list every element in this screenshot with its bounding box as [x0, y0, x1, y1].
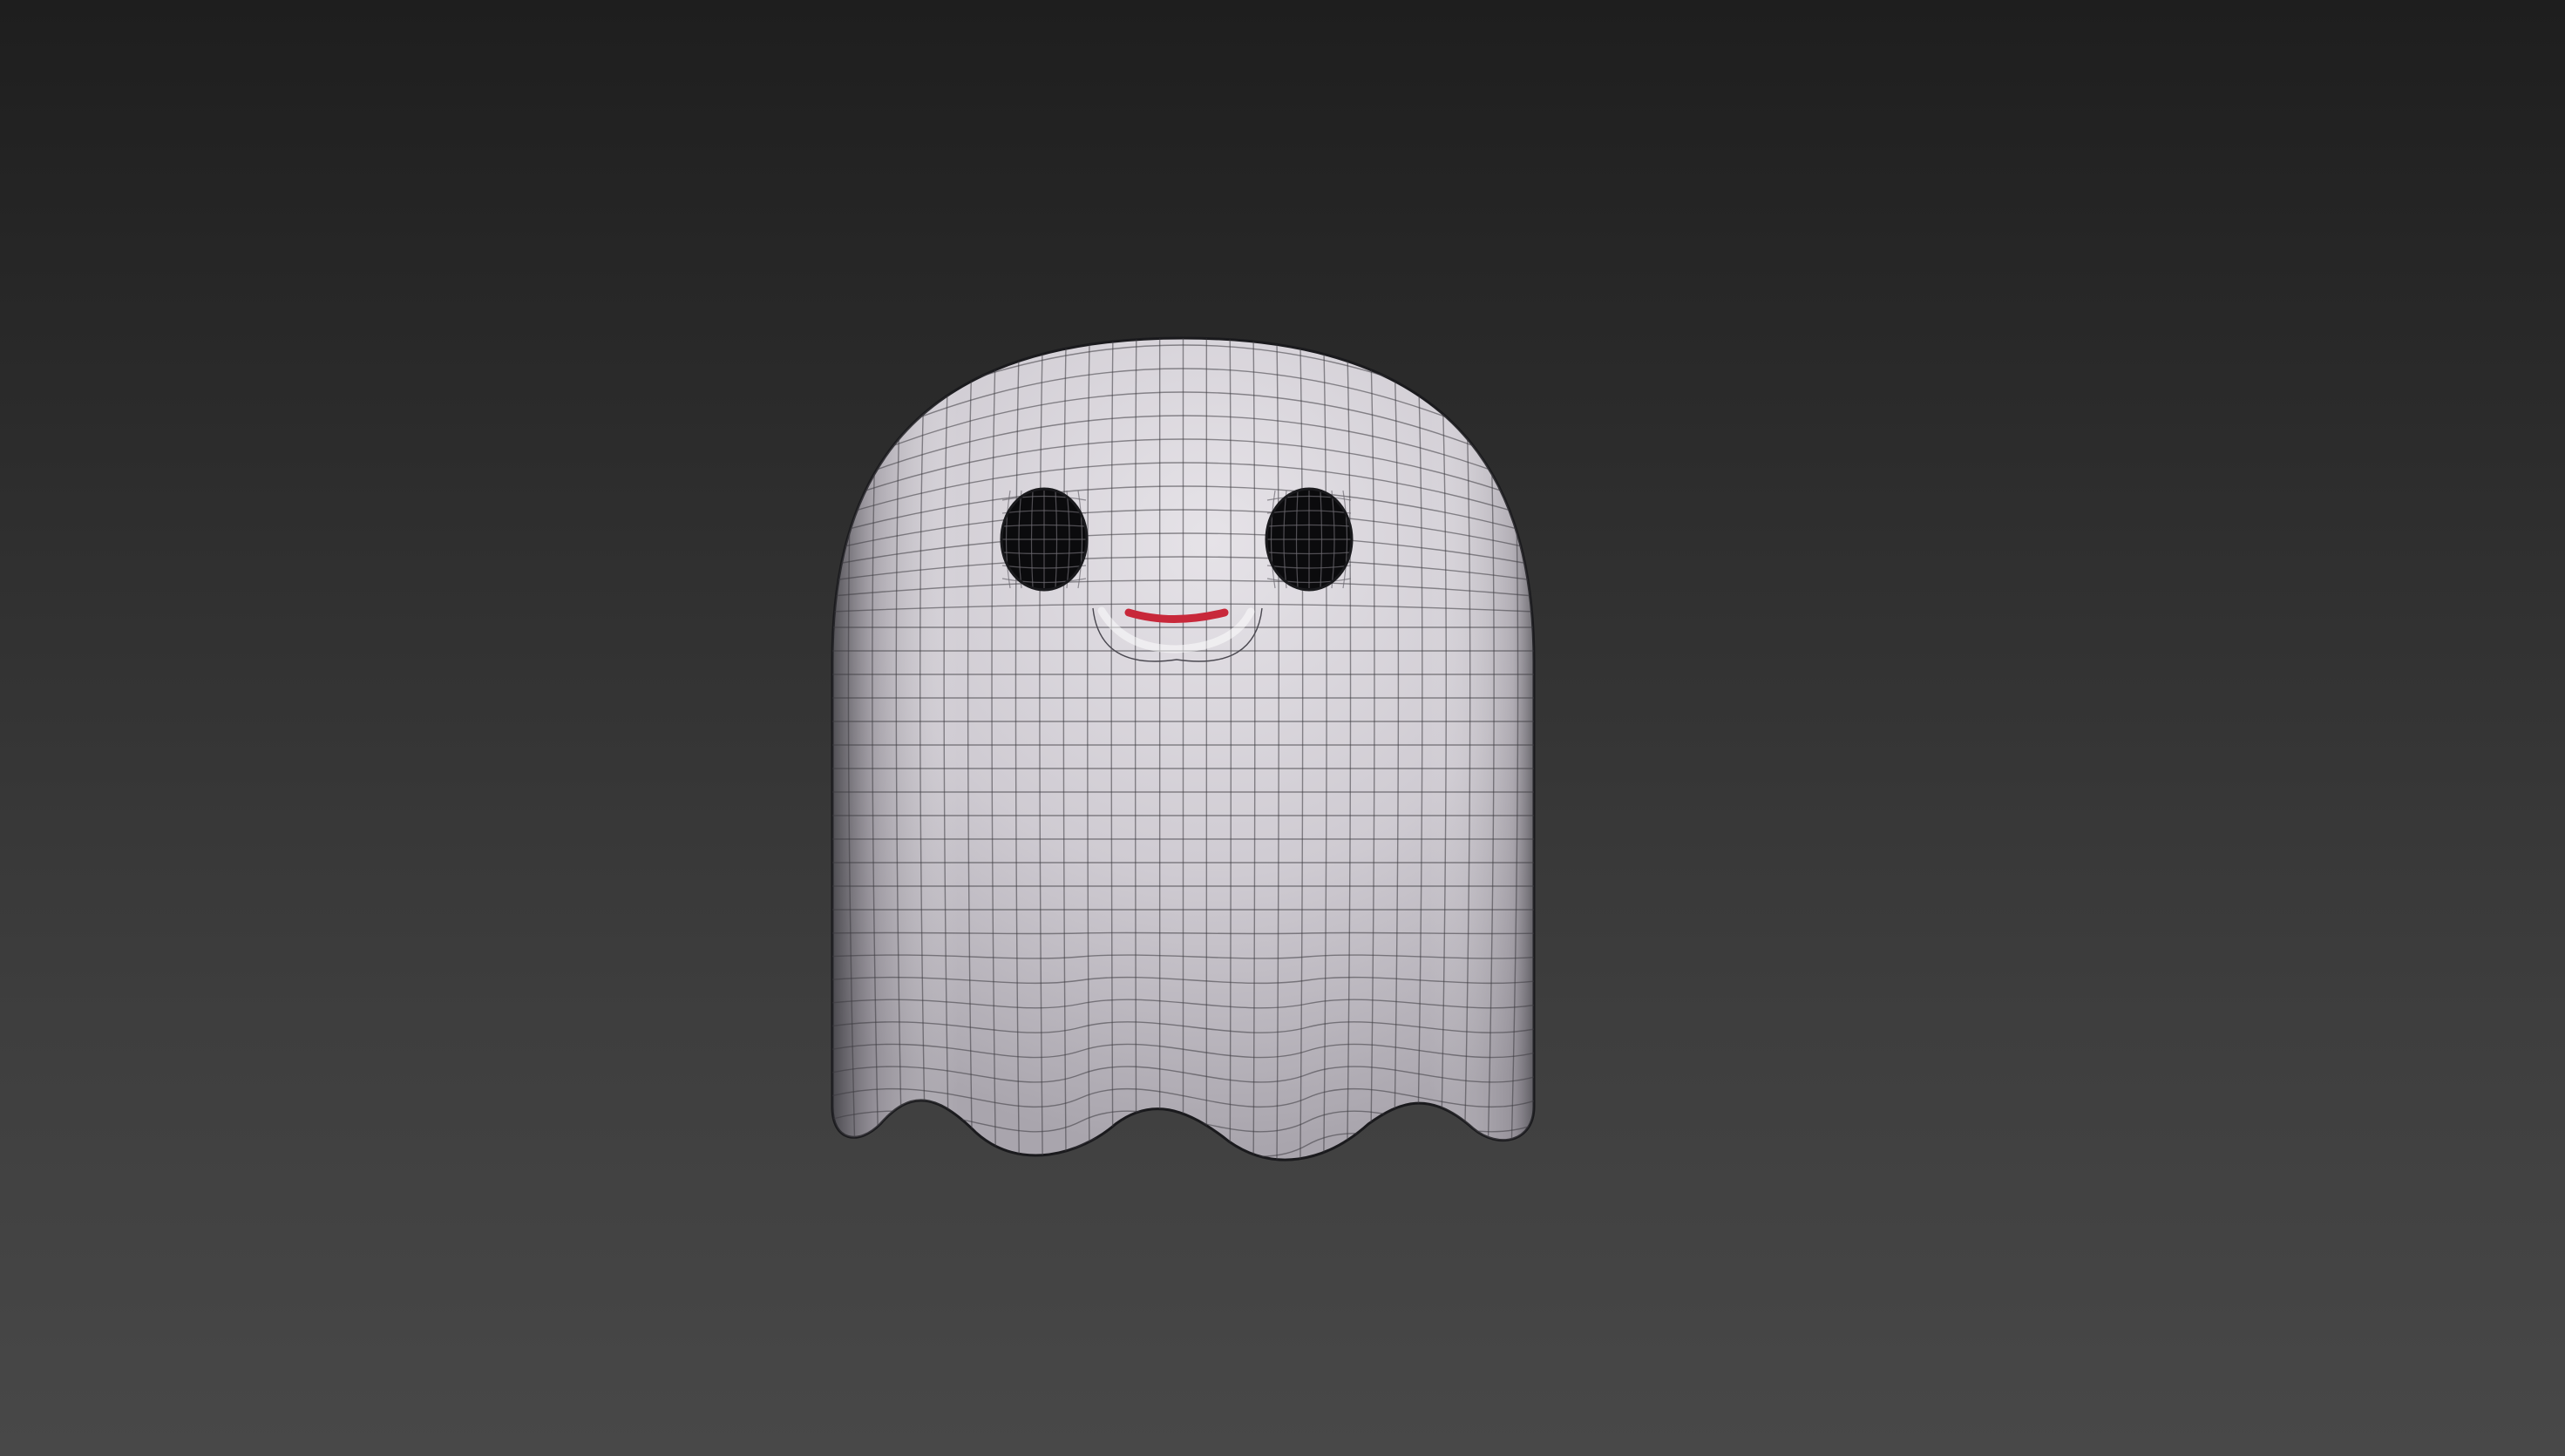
right-eye [1265, 487, 1354, 592]
3d-viewport[interactable] [0, 0, 2565, 1456]
left-eye [1000, 487, 1089, 592]
ghost-body [831, 336, 1536, 1161]
ghost-model[interactable] [0, 0, 2565, 1456]
